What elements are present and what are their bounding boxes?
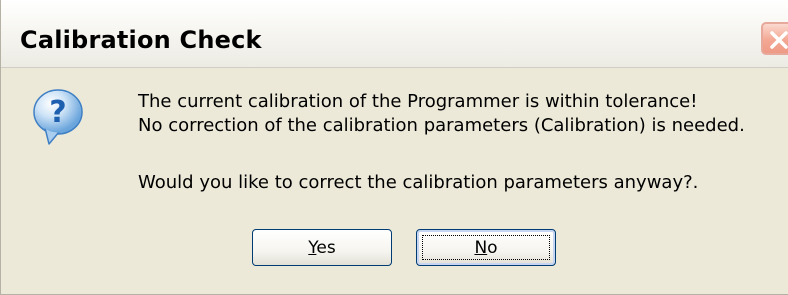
- question-icon: ?: [33, 89, 83, 145]
- title-bar[interactable]: Calibration Check: [1, 0, 788, 68]
- close-button[interactable]: [761, 22, 788, 55]
- message-line-1: The current calibration of the Programme…: [138, 91, 698, 112]
- dialog-window: Calibration Check ? The current calibrat…: [0, 0, 788, 295]
- dialog-title: Calibration Check: [20, 26, 262, 54]
- no-button[interactable]: No: [416, 229, 556, 266]
- message-question: Would you like to correct the calibratio…: [138, 172, 699, 193]
- close-icon: [770, 31, 788, 49]
- message-line-2: No correction of the calibration paramet…: [138, 115, 745, 136]
- no-button-label: No: [474, 238, 498, 258]
- svg-text:?: ?: [49, 95, 66, 130]
- yes-button-label: Yes: [308, 238, 336, 258]
- yes-button[interactable]: Yes: [252, 229, 392, 266]
